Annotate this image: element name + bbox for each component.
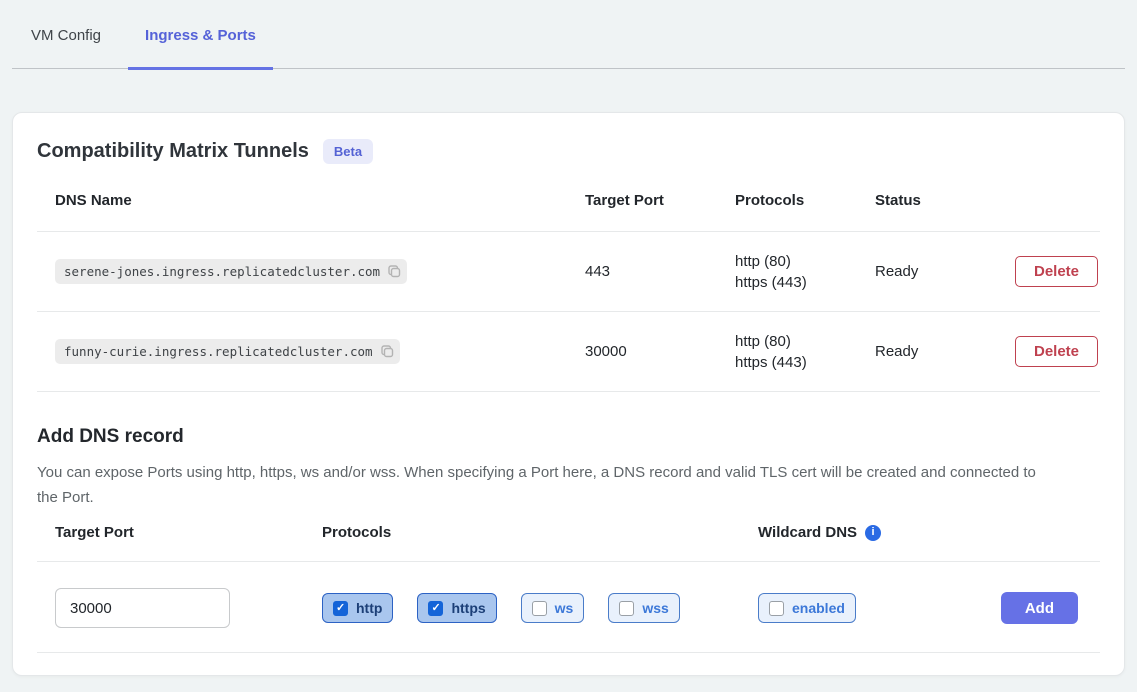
target-port-field-wrap [37,588,304,628]
col-header-actions [997,181,1100,223]
protocol-checkbox-group: http https ws wss [304,593,740,623]
tunnels-card: Compatibility Matrix Tunnels Beta DNS Na… [12,112,1125,676]
actions-cell: Delete [997,256,1120,287]
checkbox-box [532,601,547,616]
dns-name-pill: serene-jones.ingress.replicatedcluster.c… [55,259,407,284]
wildcard-checkbox-label: enabled [792,600,845,616]
protocols-label: Protocols [304,524,740,561]
protocols-cell: http (80) https (443) [717,251,857,293]
delete-button[interactable]: Delete [1015,336,1098,367]
checkbox-box [428,601,443,616]
add-form-control-row: http https ws wss enabled Add [37,562,1100,628]
protocol-checkbox-wss[interactable]: wss [608,593,679,623]
protocol-checkbox-http[interactable]: http [322,593,393,623]
protocol-entry: https (443) [735,352,857,373]
dns-name-text: serene-jones.ingress.replicatedcluster.c… [64,264,380,279]
table-row: serene-jones.ingress.replicatedcluster.c… [37,232,1100,312]
add-dns-record-description: You can expose Ports using http, https, … [37,460,1052,510]
table-row: funny-curie.ingress.replicatedcluster.co… [37,312,1100,392]
dns-name-cell: funny-curie.ingress.replicatedcluster.co… [37,339,567,364]
tab-ingress-ports[interactable]: Ingress & Ports [128,27,273,68]
bottom-divider [37,652,1100,653]
target-port-cell: 30000 [567,343,717,360]
actions-cell: Delete [997,336,1120,367]
protocols-cell: http (80) https (443) [717,331,857,373]
add-form-label-row: Target Port Protocols Wildcard DNS i [37,524,1100,562]
wildcard-enabled-checkbox[interactable]: enabled [758,593,856,623]
target-port-cell: 443 [567,263,717,280]
add-dns-record-title: Add DNS record [37,426,1100,448]
add-button[interactable]: Add [1001,592,1078,624]
col-header-target-port: Target Port [567,172,717,231]
dns-name-cell: serene-jones.ingress.replicatedcluster.c… [37,259,567,284]
protocol-checkbox-label: wss [642,600,668,616]
checkbox-box [769,601,784,616]
status-cell: Ready [857,343,997,360]
beta-badge: Beta [323,139,373,164]
protocol-entry: http (80) [735,331,857,352]
col-header-dns-name: DNS Name [37,172,567,231]
copy-icon[interactable] [380,344,395,359]
page-title: Compatibility Matrix Tunnels [37,140,309,163]
checkbox-box [333,601,348,616]
col-header-protocols: Protocols [717,172,857,231]
protocol-checkbox-https[interactable]: https [417,593,496,623]
protocol-checkbox-label: https [451,600,485,616]
protocol-entry: http (80) [735,251,857,272]
protocol-entry: https (443) [735,272,857,293]
copy-icon[interactable] [387,264,402,279]
protocol-checkbox-label: ws [555,600,574,616]
delete-button[interactable]: Delete [1015,256,1098,287]
tab-vm-config[interactable]: VM Config [14,27,118,68]
card-header: Compatibility Matrix Tunnels Beta [37,139,1100,164]
table-header-row: DNS Name Target Port Protocols Status [37,172,1100,232]
status-cell: Ready [857,263,997,280]
wildcard-dns-cell: enabled Add [740,592,1100,624]
target-port-label: Target Port [37,524,304,561]
info-icon[interactable]: i [865,525,881,541]
protocol-checkbox-label: http [356,600,382,616]
wildcard-dns-label-wrap: Wildcard DNS i [740,524,1100,561]
col-header-status: Status [857,172,997,231]
wildcard-dns-label: Wildcard DNS [758,524,857,541]
checkbox-box [619,601,634,616]
target-port-input[interactable] [55,588,230,628]
dns-name-pill: funny-curie.ingress.replicatedcluster.co… [55,339,400,364]
dns-name-text: funny-curie.ingress.replicatedcluster.co… [64,344,373,359]
tab-bar: VM Config Ingress & Ports [12,0,1125,69]
protocol-checkbox-ws[interactable]: ws [521,593,585,623]
